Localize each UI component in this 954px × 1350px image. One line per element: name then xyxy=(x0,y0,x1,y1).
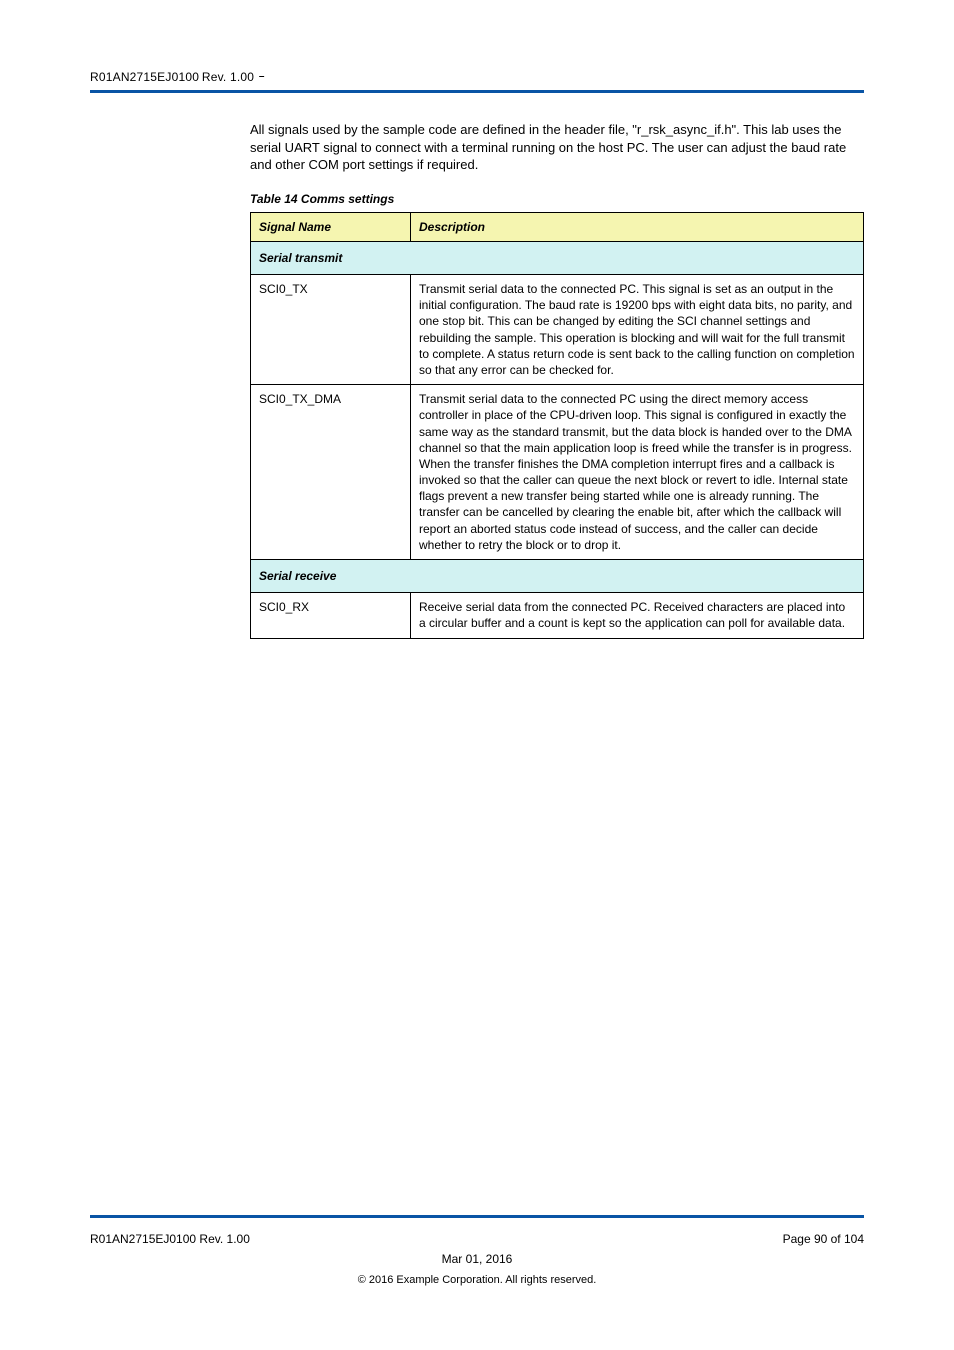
header-separator: – xyxy=(257,71,265,82)
footer-left: R01AN2715EJ0100 Rev. 1.00 xyxy=(90,1232,250,1246)
page-header: R01AN2715EJ0100 Rev. 1.00 – xyxy=(90,70,864,93)
table-row: SCI0_RX Receive serial data from the con… xyxy=(251,593,864,638)
intro-paragraph: All signals used by the sample code are … xyxy=(250,121,864,174)
table-section-title: Serial receive xyxy=(251,560,864,593)
table-caption: Table 14 Comms settings xyxy=(250,192,394,206)
footer-right: Page 90 of 104 xyxy=(783,1232,864,1246)
main-content-column: All signals used by the sample code are … xyxy=(250,121,864,639)
left-margin-column xyxy=(90,121,250,639)
table-section-row: Serial transmit xyxy=(251,241,864,274)
table-caption-row: Table 14 Comms settings xyxy=(250,192,864,206)
table-header-description: Description xyxy=(411,212,864,241)
signals-table: Signal Name Description Serial transmit … xyxy=(250,212,864,639)
table-section-row: Serial receive xyxy=(251,560,864,593)
table-header-row: Signal Name Description xyxy=(251,212,864,241)
footer-date: Mar 01, 2016 xyxy=(0,1252,954,1266)
footer-disclaimer: © 2016 Example Corporation. All rights r… xyxy=(90,1274,864,1286)
table-cell-description: Transmit serial data to the connected PC… xyxy=(411,385,864,560)
table-cell-description: Receive serial data from the connected P… xyxy=(411,593,864,638)
table-cell-description: Transmit serial data to the connected PC… xyxy=(411,275,864,385)
table-cell-signal: SCI0_TX_DMA xyxy=(251,385,411,560)
table-section-title: Serial transmit xyxy=(251,241,864,274)
table-row: SCI0_TX_DMA Transmit serial data to the … xyxy=(251,385,864,560)
table-cell-signal: SCI0_TX xyxy=(251,275,411,385)
footer-rule xyxy=(90,1215,864,1218)
table-cell-signal: SCI0_RX xyxy=(251,593,411,638)
header-rev: Rev. 1.00 xyxy=(202,70,254,84)
table-row: SCI0_TX Transmit serial data to the conn… xyxy=(251,275,864,385)
header-doc-code: R01AN2715EJ0100 xyxy=(90,70,199,84)
table-header-signal: Signal Name xyxy=(251,212,411,241)
